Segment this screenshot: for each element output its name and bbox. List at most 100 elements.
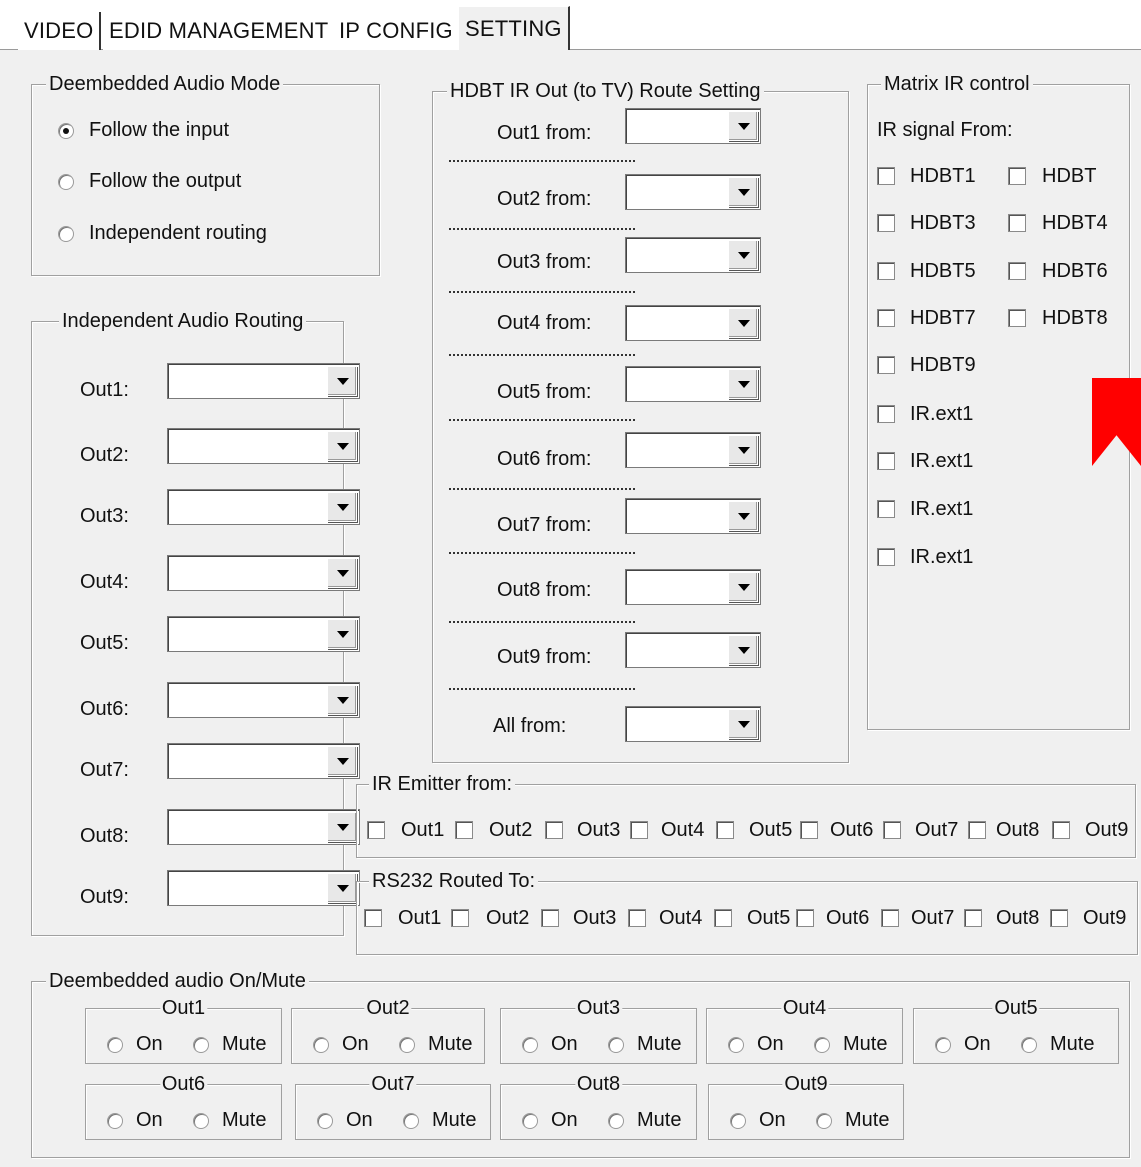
route-out8-select[interactable] <box>167 809 360 845</box>
rs232-out4-checkbox[interactable] <box>628 909 646 927</box>
mute-radio-out9[interactable] <box>816 1113 832 1129</box>
rs232-out3-checkbox[interactable] <box>541 909 559 927</box>
hdbt9-checkbox[interactable] <box>877 356 895 374</box>
separator <box>449 419 635 421</box>
chevron-down-icon[interactable] <box>728 435 758 465</box>
chevron-down-icon[interactable] <box>728 709 758 739</box>
on-radio-out3[interactable] <box>522 1037 538 1053</box>
mute-radio-out5[interactable] <box>1021 1037 1037 1053</box>
rs232-out9-checkbox[interactable] <box>1050 909 1068 927</box>
ir-emitter-out2-checkbox[interactable] <box>455 821 473 839</box>
ir-ext1-checkbox[interactable] <box>877 548 895 566</box>
ir-emitter-out8-checkbox[interactable] <box>968 821 986 839</box>
ir-ext1-checkbox[interactable] <box>877 500 895 518</box>
rs232-out5-checkbox[interactable] <box>714 909 732 927</box>
hdbt-out8-select[interactable] <box>625 569 761 605</box>
hdbt-out3-select[interactable] <box>625 237 761 273</box>
hdbt7-checkbox[interactable] <box>877 309 895 327</box>
chevron-down-icon[interactable] <box>728 111 758 141</box>
ir-emitter-out7-checkbox[interactable] <box>883 821 901 839</box>
chevron-down-icon[interactable] <box>327 492 357 522</box>
ir-emitter-out6-checkbox[interactable] <box>800 821 818 839</box>
chevron-down-icon[interactable] <box>327 431 357 461</box>
on-radio-out4[interactable] <box>728 1037 744 1053</box>
hdbt3-checkbox[interactable] <box>877 214 895 232</box>
hdbt1-label: HDBT1 <box>910 165 976 187</box>
hdbt-checkbox[interactable] <box>1008 167 1026 185</box>
on-radio-out5[interactable] <box>935 1037 951 1053</box>
rs232-out1-checkbox[interactable] <box>364 909 382 927</box>
mute-radio-out8[interactable] <box>608 1113 624 1129</box>
route-out6-select[interactable] <box>167 682 360 718</box>
ir-emitter-out9-checkbox[interactable] <box>1052 821 1070 839</box>
on-radio-out9[interactable] <box>730 1113 746 1129</box>
mute-radio-out7[interactable] <box>403 1113 419 1129</box>
hdbt-out6-select[interactable] <box>625 432 761 468</box>
rs232-out6-checkbox[interactable] <box>796 909 814 927</box>
hdbt-out9-select[interactable] <box>625 632 761 668</box>
ir-emitter-out5-checkbox[interactable] <box>716 821 734 839</box>
hdbt-all-select[interactable] <box>625 706 761 742</box>
on-radio-out1[interactable] <box>107 1037 123 1053</box>
mute-radio-out4[interactable] <box>814 1037 830 1053</box>
hdbt-out8-label: Out8 from: <box>497 579 592 601</box>
on-radio-out7[interactable] <box>317 1113 333 1129</box>
chevron-down-icon[interactable] <box>327 366 357 396</box>
mute-radio-out6[interactable] <box>193 1113 209 1129</box>
separator <box>449 621 635 623</box>
chevron-down-icon[interactable] <box>327 812 357 842</box>
on-radio-out2[interactable] <box>313 1037 329 1053</box>
chevron-down-icon[interactable] <box>728 369 758 399</box>
chevron-down-icon[interactable] <box>728 572 758 602</box>
ir-ext1-label: IR.ext1 <box>910 498 974 520</box>
chevron-down-icon[interactable] <box>728 177 758 207</box>
route-out7-select[interactable] <box>167 743 360 779</box>
chevron-down-icon[interactable] <box>327 558 357 588</box>
rs232-out8-checkbox[interactable] <box>964 909 982 927</box>
chevron-down-icon[interactable] <box>728 308 758 338</box>
follow-output-radio[interactable] <box>58 174 74 190</box>
hdbt8-checkbox[interactable] <box>1008 309 1026 327</box>
hdbt-out2-select[interactable] <box>625 174 761 210</box>
on-radio-out8[interactable] <box>522 1113 538 1129</box>
route-out9-select[interactable] <box>167 870 360 906</box>
mute-label: Mute <box>222 1109 267 1131</box>
chevron-down-icon[interactable] <box>728 501 758 531</box>
hdbt1-checkbox[interactable] <box>877 167 895 185</box>
hdbt6-checkbox[interactable] <box>1008 262 1026 280</box>
hdbt-out7-select[interactable] <box>625 498 761 534</box>
mute-radio-out2[interactable] <box>399 1037 415 1053</box>
hdbt-out5-select[interactable] <box>625 366 761 402</box>
hdbt4-checkbox[interactable] <box>1008 214 1026 232</box>
ir-emitter-out4-checkbox[interactable] <box>630 821 648 839</box>
hdbt-out4-select[interactable] <box>625 305 761 341</box>
rs232-out7-checkbox[interactable] <box>881 909 899 927</box>
tab-video[interactable]: VIDEO <box>18 12 102 50</box>
hdbt-out1-select[interactable] <box>625 108 761 144</box>
follow-input-radio[interactable] <box>58 123 74 139</box>
ir-emitter-out1-checkbox[interactable] <box>367 821 385 839</box>
chevron-down-icon[interactable] <box>327 746 357 776</box>
mute-radio-out3[interactable] <box>608 1037 624 1053</box>
route-out4-select[interactable] <box>167 555 360 591</box>
chevron-down-icon[interactable] <box>728 240 758 270</box>
tab-setting[interactable]: SETTING <box>458 6 570 50</box>
route-out2-select[interactable] <box>167 428 360 464</box>
rs232-out2-checkbox[interactable] <box>451 909 469 927</box>
tab-edid-management[interactable]: EDID MANAGEMENT <box>103 12 337 50</box>
independent-routing-radio[interactable] <box>58 226 74 242</box>
route-out1-select[interactable] <box>167 363 360 399</box>
route-out3-select[interactable] <box>167 489 360 525</box>
hdbt5-checkbox[interactable] <box>877 262 895 280</box>
ir-ext1-checkbox[interactable] <box>877 405 895 423</box>
on-radio-out6[interactable] <box>107 1113 123 1129</box>
chevron-down-icon[interactable] <box>327 619 357 649</box>
chevron-down-icon[interactable] <box>327 873 357 903</box>
tab-ip-config[interactable]: IP CONFIG <box>333 12 461 50</box>
ir-ext1-checkbox[interactable] <box>877 452 895 470</box>
ir-emitter-out3-checkbox[interactable] <box>545 821 563 839</box>
chevron-down-icon[interactable] <box>327 685 357 715</box>
mute-radio-out1[interactable] <box>193 1037 209 1053</box>
chevron-down-icon[interactable] <box>728 635 758 665</box>
route-out5-select[interactable] <box>167 616 360 652</box>
